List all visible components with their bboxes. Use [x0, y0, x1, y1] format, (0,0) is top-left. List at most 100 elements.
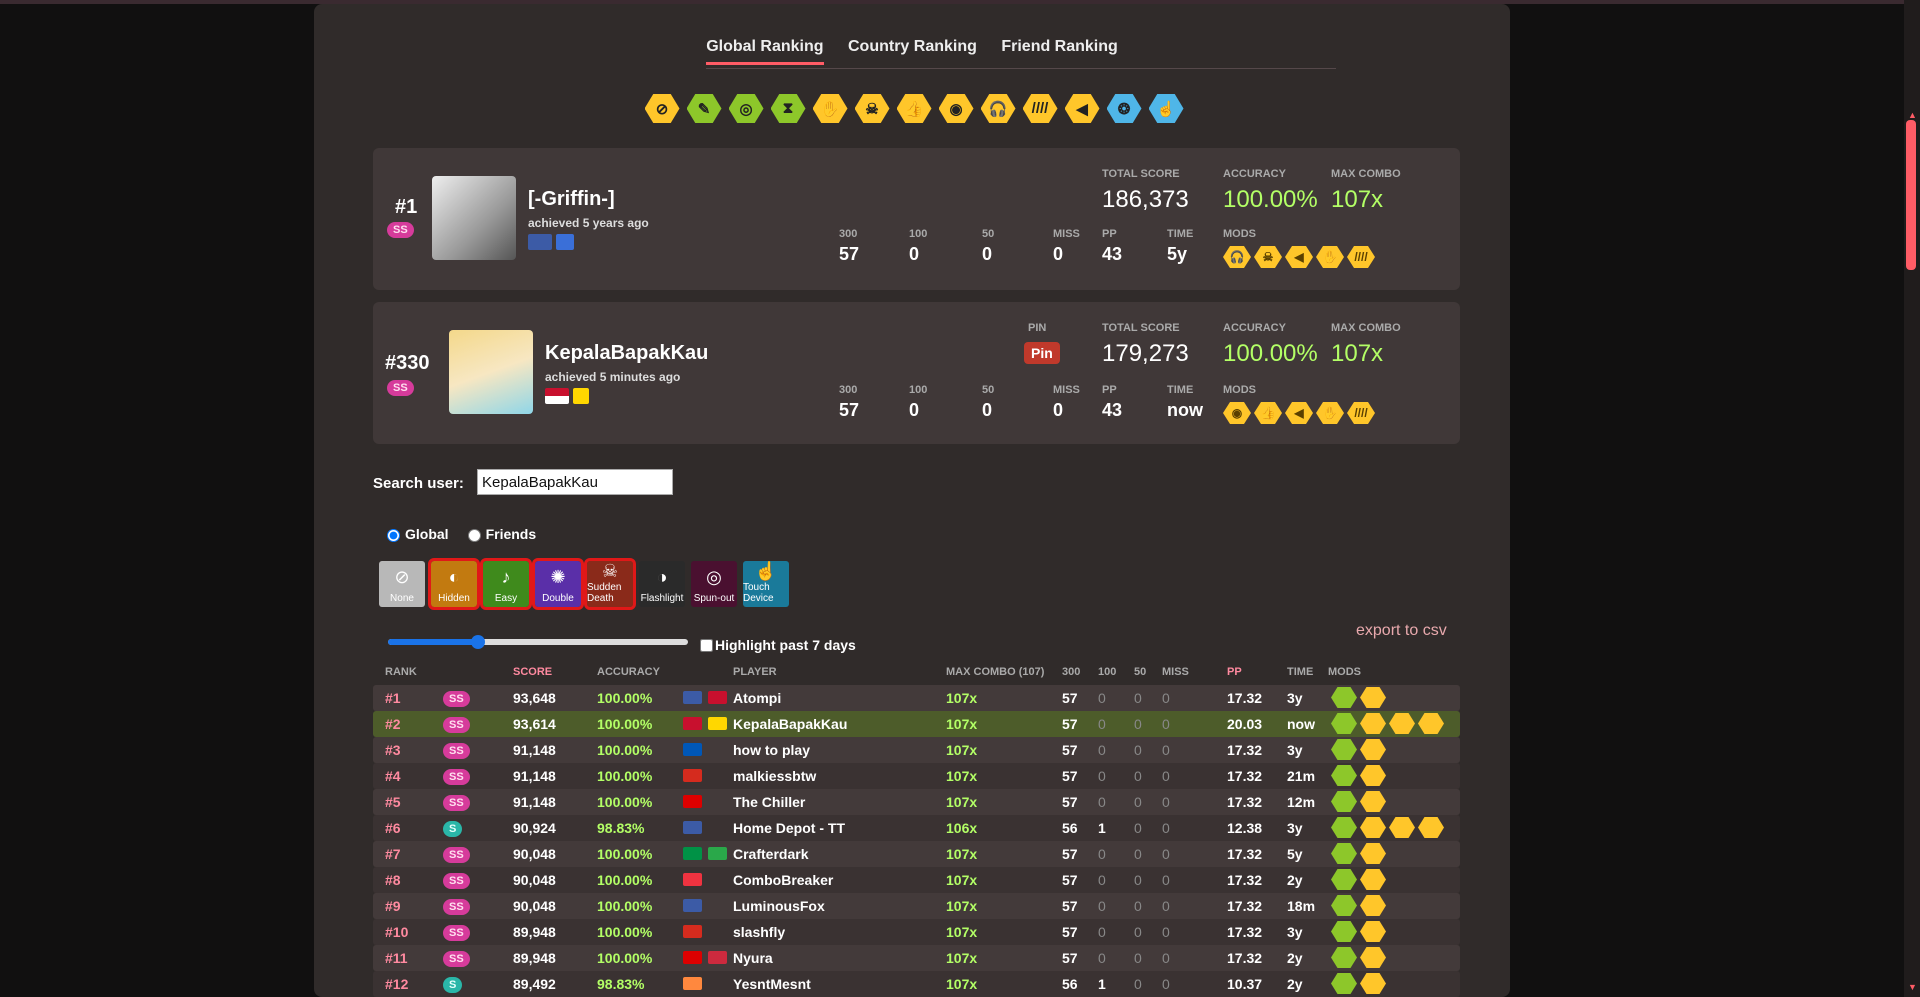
cell-player[interactable]: Crafterdark [733, 846, 808, 862]
friends-radio-label[interactable]: Friends [463, 526, 536, 542]
country-flag-icon[interactable] [683, 821, 702, 834]
cell-rank: #8 [385, 872, 401, 888]
country-flag-icon[interactable] [683, 795, 702, 808]
table-row[interactable]: #9 90,048 100.00% LuminousFox 107x 57 0 0 0 17.32… [373, 893, 1460, 919]
nightcore-mod-icon[interactable]: ◀ [1064, 94, 1100, 123]
double-time-mod-icon[interactable]: ◉ [938, 94, 974, 123]
flashlight-mod-icon[interactable]: //// [1022, 94, 1058, 123]
mod-filter-hidden-button[interactable]: ◐ Hidden [428, 558, 480, 610]
mod-filter-double-button[interactable]: ✺ Double [532, 558, 584, 610]
cell-player[interactable]: slashfly [733, 924, 785, 940]
header-accuracy[interactable]: ACCURACY [597, 666, 660, 678]
half-time-mod-icon[interactable]: ⧗ [770, 94, 806, 123]
touch-device-mod-icon[interactable]: ☝ [1148, 94, 1184, 123]
country-flag-icon[interactable] [683, 743, 702, 756]
header-max-combo[interactable]: MAX COMBO (107) [946, 666, 1044, 678]
country-flag-icon[interactable] [683, 769, 702, 782]
region-flag-icon[interactable] [573, 388, 589, 404]
country-flag-icon[interactable] [683, 899, 702, 912]
mod-filter-touch-device-button[interactable]: ☝ Touch Device [743, 561, 789, 607]
pin-button[interactable]: Pin [1024, 342, 1060, 364]
country-flag-icon[interactable] [683, 873, 702, 886]
highlight-checkbox-label[interactable]: Highlight past 7 days [700, 637, 856, 653]
mod-filter-sudden-death-button[interactable]: ☠ Sudden Death [584, 558, 636, 610]
sudden-death-mod-icon[interactable]: ☠ [854, 94, 890, 123]
easy-mod-icon[interactable]: ✎ [686, 94, 722, 123]
cell-player[interactable]: The Chiller [733, 794, 805, 810]
table-row[interactable]: #2 93,614 100.00% KepalaBapakKau 107x 57 0 0 0 20… [373, 711, 1460, 737]
cell-player[interactable]: Nyura [733, 950, 773, 966]
search-user-input[interactable] [477, 469, 673, 495]
top-score-username[interactable]: [-Griffin-] [528, 188, 615, 211]
global-radio-label[interactable]: Global [382, 526, 449, 542]
region-flag-icon[interactable] [708, 951, 727, 964]
export-csv-link[interactable]: export to csv [1356, 622, 1447, 640]
country-flag-icon[interactable] [683, 951, 702, 964]
table-row[interactable]: #3 91,148 100.00% how to play 107x 57 0 0 0 17.32… [373, 737, 1460, 763]
scroll-down-icon[interactable]: ▼ [1908, 982, 1917, 992]
cell-player[interactable]: YesntMesnt [733, 976, 811, 992]
header-miss[interactable]: MISS [1162, 666, 1189, 678]
cell-player[interactable]: Atompi [733, 690, 781, 706]
region-flag-icon[interactable] [556, 234, 574, 250]
header-50[interactable]: 50 [1134, 666, 1146, 678]
region-flag-icon[interactable] [708, 717, 727, 730]
header-time[interactable]: TIME [1287, 666, 1313, 678]
table-row[interactable]: #1 93,648 100.00% Atompi 107x 57 0 0 0 17.32 3y SS [373, 685, 1460, 711]
region-flag-icon[interactable] [708, 847, 727, 860]
table-row[interactable]: #5 91,148 100.00% The Chiller 107x 57 0 0 0 17.32… [373, 789, 1460, 815]
mod-filter-none-button[interactable]: ⊘ None [379, 561, 425, 607]
table-row[interactable]: #4 91,148 100.00% malkiessbtw 107x 57 0 0 0 17.32… [373, 763, 1460, 789]
table-row[interactable]: #12 89,492 98.83% YesntMesnt 107x 56 1 0 0 10.37 2… [373, 971, 1460, 997]
no-fail-mod-icon[interactable]: ◎ [728, 94, 764, 123]
no-mod-icon[interactable]: ⊘ [644, 94, 680, 123]
header-score[interactable]: SCORE [513, 666, 552, 678]
mod-filter-easy-button[interactable]: ♪ Easy [480, 558, 532, 610]
perfect-mod-icon[interactable]: 👍 [896, 94, 932, 123]
hidden-mod-icon[interactable]: 🎧 [980, 94, 1016, 123]
table-row[interactable]: #6 90,924 98.83% Home Depot - TT 106x 56 1 0 0 12… [373, 815, 1460, 841]
mod-filter-spun-out-button[interactable]: ◎ Spun-out [691, 561, 737, 607]
tab-friend-ranking[interactable]: Friend Ranking [1001, 38, 1117, 62]
hard-rock-mod-icon[interactable]: ✋ [812, 94, 848, 123]
spun-out-mod-icon[interactable]: ❂ [1106, 94, 1142, 123]
cell-player[interactable]: malkiessbtw [733, 768, 816, 784]
country-flag-icon[interactable] [683, 691, 702, 704]
header-rank[interactable]: RANK [385, 666, 417, 678]
cell-player[interactable]: Home Depot - TT [733, 820, 845, 836]
table-row[interactable]: #7 90,048 100.00% Crafterdark 107x 57 0 0 0 17.32… [373, 841, 1460, 867]
region-flag-icon[interactable] [708, 691, 727, 704]
country-flag-icon[interactable] [545, 388, 569, 404]
table-row[interactable]: #10 89,948 100.00% slashfly 107x 57 0 0 0 17.32 3y… [373, 919, 1460, 945]
tab-country-ranking[interactable]: Country Ranking [848, 38, 977, 62]
avatar[interactable] [432, 176, 516, 260]
header-pp[interactable]: PP [1227, 666, 1242, 678]
mod-icon [1360, 973, 1386, 994]
country-flag-icon[interactable] [683, 717, 702, 730]
date-slider[interactable] [388, 635, 688, 649]
friends-radio[interactable] [467, 529, 481, 542]
scrollbar-thumb[interactable] [1906, 120, 1916, 270]
slider-knob[interactable] [471, 635, 485, 649]
highlight-checkbox[interactable] [700, 638, 713, 652]
scroll-up-icon[interactable]: ▲ [1908, 110, 1917, 120]
header-player[interactable]: PLAYER [733, 666, 777, 678]
cell-score: 90,048 [513, 872, 556, 888]
header-300[interactable]: 300 [1062, 666, 1080, 678]
country-flag-icon[interactable] [683, 847, 702, 860]
table-row[interactable]: #8 90,048 100.00% ComboBreaker 107x 57 0 0 0 17.3… [373, 867, 1460, 893]
country-flag-icon[interactable] [683, 977, 702, 990]
country-flag-icon[interactable] [683, 925, 702, 938]
mod-filter-flashlight-button[interactable]: ◑ Flashlight [639, 561, 685, 607]
user-score-username[interactable]: KepalaBapakKau [545, 342, 708, 365]
cell-player[interactable]: how to play [733, 742, 810, 758]
tab-global-ranking[interactable]: Global Ranking [706, 38, 824, 65]
country-flag-icon[interactable] [528, 234, 552, 250]
header-100[interactable]: 100 [1098, 666, 1116, 678]
global-radio[interactable] [387, 529, 400, 542]
table-row[interactable]: #11 89,948 100.00% Nyura 107x 57 0 0 0 17.32 2y SS [373, 945, 1460, 971]
cell-player[interactable]: ComboBreaker [733, 872, 833, 888]
cell-player[interactable]: LuminousFox [733, 898, 825, 914]
cell-player[interactable]: KepalaBapakKau [733, 716, 847, 732]
avatar[interactable] [449, 330, 533, 414]
